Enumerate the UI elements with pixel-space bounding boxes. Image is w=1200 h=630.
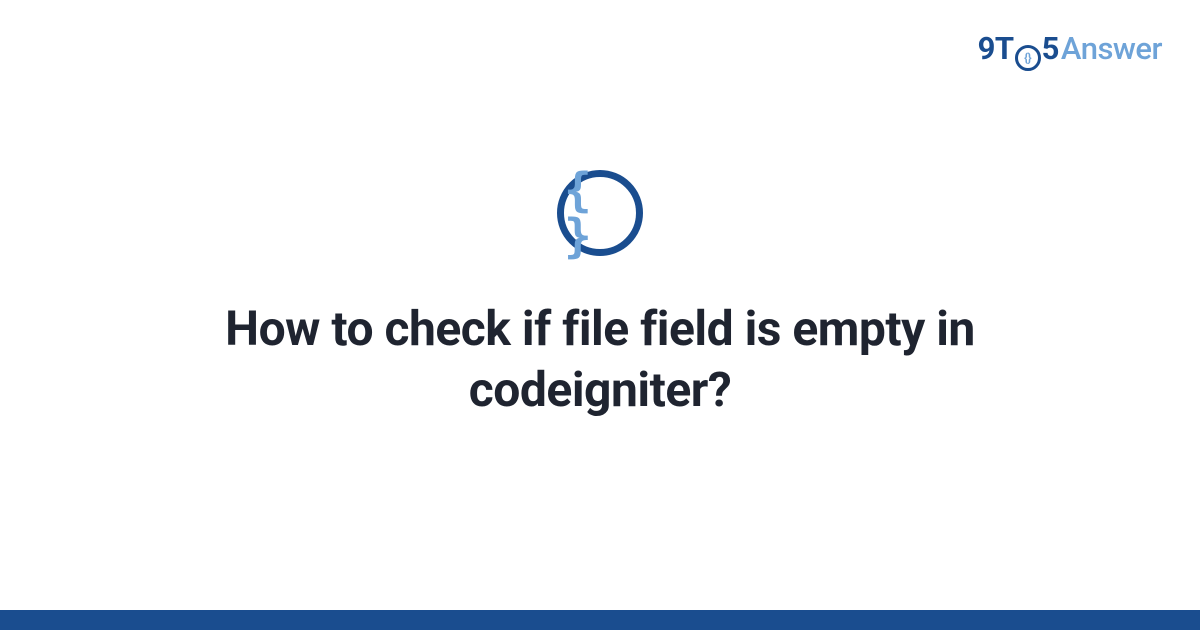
code-braces-icon: { }: [564, 167, 636, 259]
footer-accent-bar: [0, 610, 1200, 630]
content-area: { } How to check if file field is empty …: [0, 0, 1200, 630]
question-title: How to check if file field is empty in c…: [110, 298, 1090, 421]
topic-icon-circle: { }: [557, 170, 643, 256]
